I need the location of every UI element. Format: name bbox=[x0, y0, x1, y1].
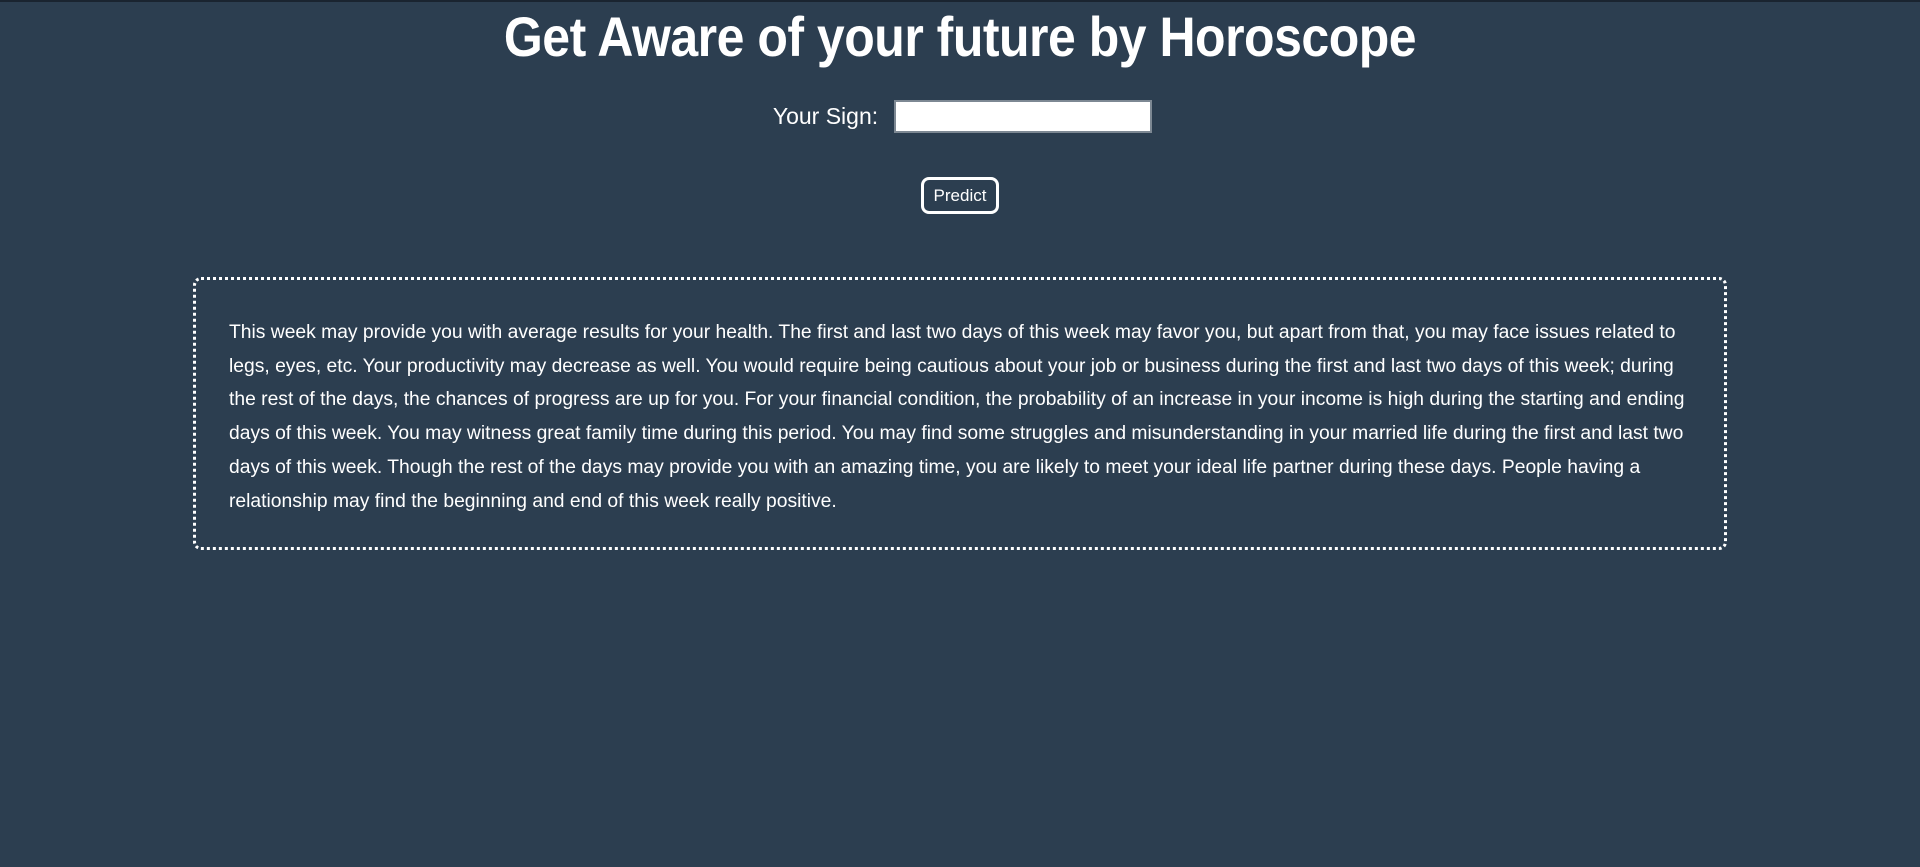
sign-form-row: Your Sign: bbox=[0, 98, 1920, 135]
predict-button[interactable]: Predict bbox=[921, 177, 999, 214]
page-title: Get Aware of your future by Horoscope bbox=[503, 5, 1417, 69]
sign-label: Your Sign: bbox=[772, 103, 879, 129]
sign-input[interactable] bbox=[894, 100, 1153, 133]
horoscope-result-box: This week may provide you with average r… bbox=[193, 277, 1727, 550]
horoscope-result-text: This week may provide you with average r… bbox=[229, 322, 1685, 512]
